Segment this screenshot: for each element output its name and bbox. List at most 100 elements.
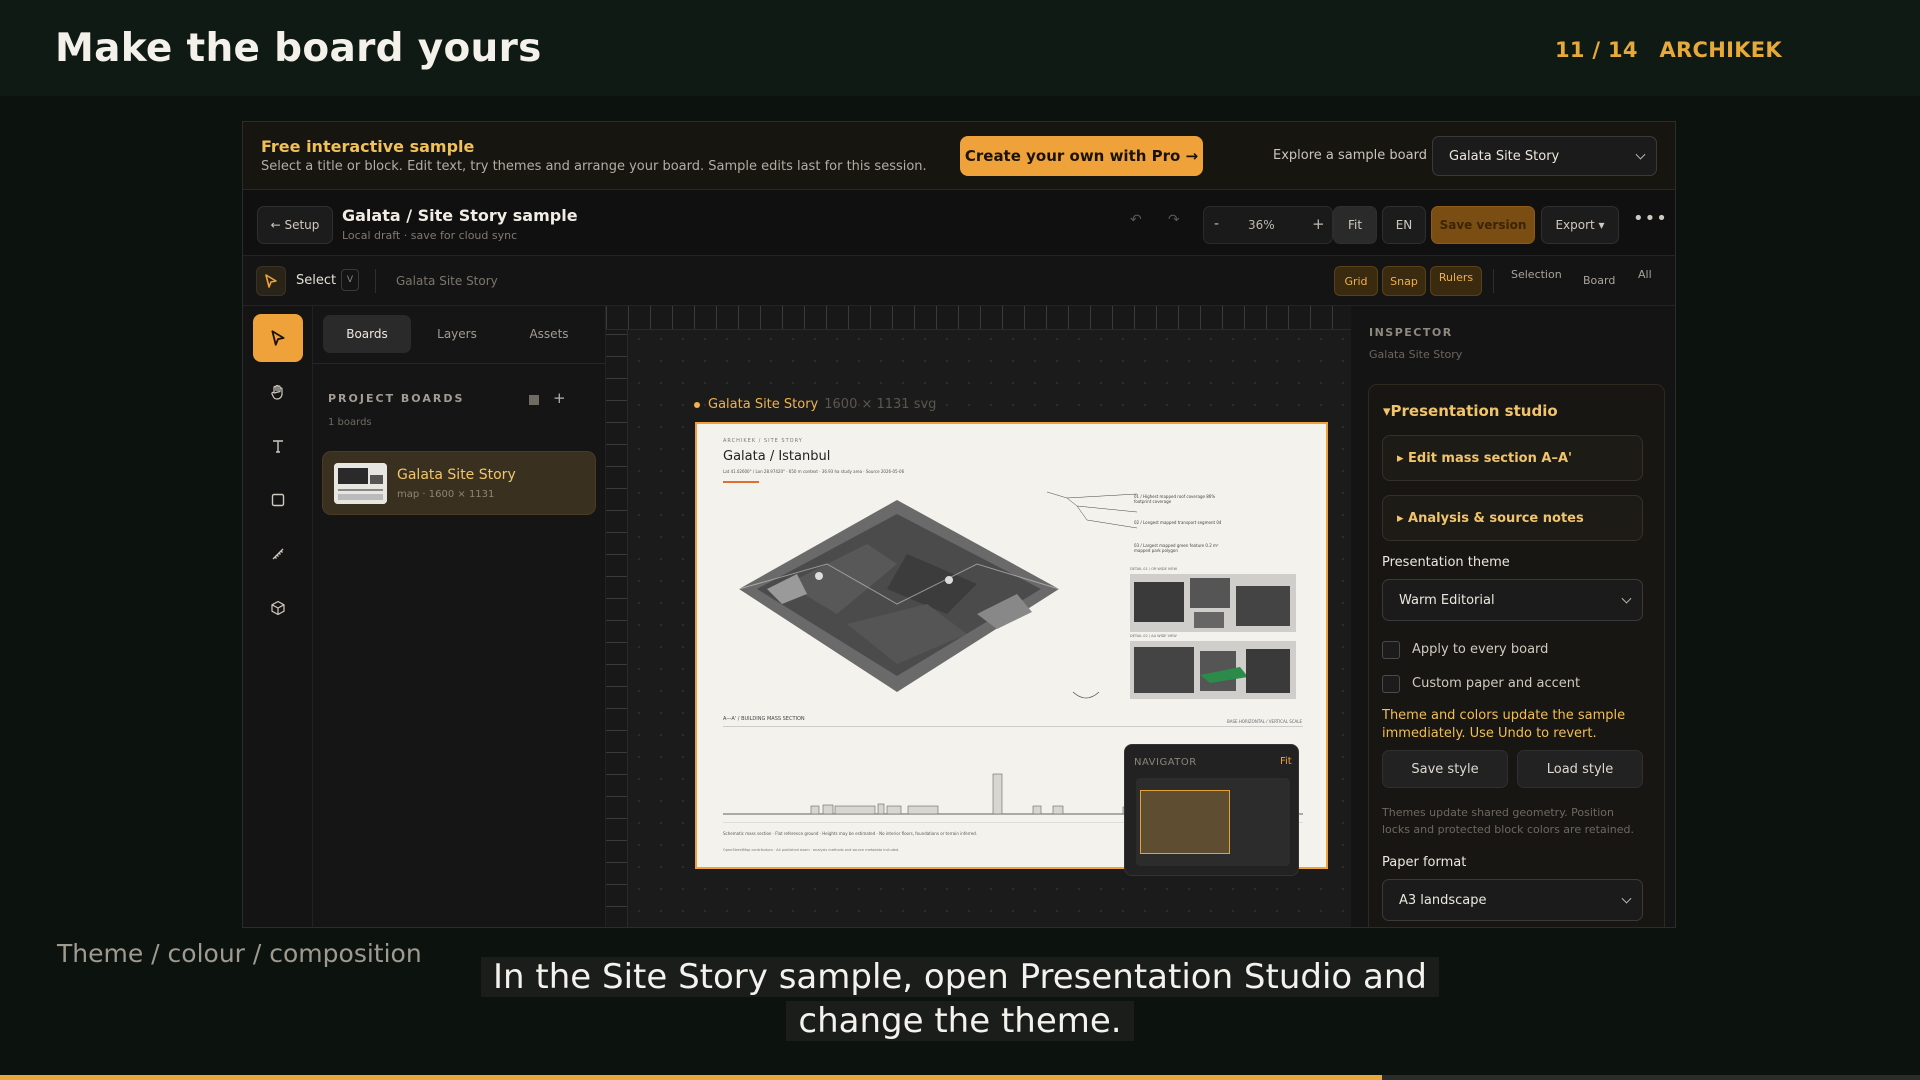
export-button[interactable]: Export ▾ (1541, 206, 1619, 244)
navigator-panel: NAVIGATOR Fit (1124, 744, 1299, 876)
legend-item: 03 / Largest mapped green feature 0.2 m²… (1134, 543, 1219, 553)
create-with-pro-button[interactable]: Create your own with Pro → (960, 136, 1203, 176)
paper-format-select[interactable]: A3 landscape (1382, 879, 1643, 921)
isometric-site-map[interactable] (727, 494, 1067, 709)
scope-all[interactable]: All (1638, 268, 1652, 281)
detail-view-a[interactable] (1130, 574, 1296, 632)
snap-toggle[interactable]: Snap (1382, 266, 1426, 296)
sample-board-value: Galata Site Story (1449, 148, 1560, 164)
section-divider (723, 726, 1303, 727)
frame-icon (271, 493, 285, 507)
cursor-arrow-icon (271, 330, 285, 346)
apply-every-board-checkbox[interactable] (1382, 641, 1400, 659)
tab-layers[interactable]: Layers (413, 315, 501, 353)
zoom-in-button[interactable]: + (1312, 215, 1325, 233)
select-shortcut-key: V (341, 269, 359, 291)
tab-assets[interactable]: Assets (505, 315, 593, 353)
artboard-label[interactable]: Galata Site Story 1600 × 1131 svg (694, 397, 936, 412)
hand-icon (271, 384, 283, 400)
artboard-name: Galata Site Story (708, 397, 819, 412)
ruler-top (606, 306, 1351, 330)
progress-fill (0, 1075, 1383, 1080)
canvas-area[interactable]: Galata Site Story 1600 × 1131 svg ARCHIKE… (606, 306, 1351, 927)
setup-button[interactable]: ← Setup (257, 206, 333, 244)
artboard-kicker: ARCHIKEK / SITE STORY (723, 438, 803, 444)
section-title: A—A' / BUILDING MASS SECTION (723, 716, 805, 722)
custom-paper-accent-checkbox[interactable] (1382, 675, 1400, 693)
document-title: Galata / Site Story sample (342, 206, 578, 225)
analysis-notes-accordion[interactable]: ▸ Analysis & source notes (1382, 495, 1643, 541)
measure-tool[interactable] (253, 530, 303, 578)
brand-name: ARCHIKEK (1659, 38, 1782, 62)
zoom-control: - 36% + (1203, 206, 1333, 244)
board-name: Galata Site Story (397, 467, 516, 483)
save-version-button[interactable]: Save version (1431, 206, 1535, 244)
explore-sample-label: Explore a sample board (1273, 148, 1427, 163)
presentation-theme-select[interactable]: Warm Editorial (1382, 579, 1643, 621)
presentation-studio-toggle[interactable]: ▾Presentation studio (1383, 402, 1558, 420)
custom-paper-accent-label[interactable]: Custom paper and accent (1412, 676, 1580, 691)
board-meta: map · 1600 × 1131 (397, 489, 495, 500)
north-arrow-icon (1072, 691, 1100, 699)
slide-subtitle: Theme / colour / composition (57, 939, 422, 968)
grid-view-icon[interactable] (529, 395, 539, 405)
fit-button[interactable]: Fit (1333, 206, 1377, 244)
sample-banner: Free interactive sample Select a title o… (243, 122, 1675, 190)
select-mode-button[interactable] (256, 266, 286, 296)
cube-icon (271, 600, 285, 616)
paper-format-label: Paper format (1382, 855, 1467, 870)
artboard-dimensions: 1600 × 1131 svg (824, 397, 937, 412)
language-button[interactable]: EN (1382, 206, 1426, 244)
document-status: Local draft · save for cloud sync (342, 229, 518, 242)
progress-track (0, 1075, 1920, 1080)
left-panel: Boards Layers Assets PROJECT BOARDS 1 bo… (313, 306, 606, 927)
artboard-notes: Schematic mass section · Flat reference … (723, 831, 978, 836)
rulers-toggle[interactable]: Rulers (1430, 266, 1482, 296)
load-style-button[interactable]: Load style (1517, 750, 1643, 788)
zoom-out-button[interactable]: - (1214, 216, 1219, 232)
navigator-preview[interactable] (1136, 778, 1290, 866)
tab-boards[interactable]: Boards (323, 315, 411, 353)
video-caption: In the Site Story sample, open Presentat… (443, 955, 1477, 1043)
banner-title: Free interactive sample (261, 137, 475, 156)
redo-icon[interactable]: ↷ (1168, 212, 1180, 228)
presentation-theme-value: Warm Editorial (1399, 592, 1495, 608)
navigator-viewport[interactable] (1140, 790, 1230, 854)
frame-tool[interactable] (253, 476, 303, 524)
hand-tool[interactable] (253, 368, 303, 416)
navigator-fit-button[interactable]: Fit (1280, 756, 1292, 767)
apply-every-board-label[interactable]: Apply to every board (1412, 642, 1548, 657)
project-boards-heading: PROJECT BOARDS (328, 392, 465, 405)
scope-selection[interactable]: Selection (1511, 268, 1562, 281)
cube-tool[interactable] (253, 584, 303, 632)
undo-icon[interactable]: ↶ (1130, 212, 1142, 228)
boards-count: 1 boards (328, 417, 372, 428)
add-board-icon[interactable]: + (553, 389, 566, 407)
text-tool[interactable] (253, 422, 303, 470)
grid-toggle[interactable]: Grid (1334, 266, 1378, 296)
artboard-sources: OpenStreetMap contributors · A4 publishe… (723, 848, 900, 852)
panel-tabs: Boards Layers Assets (313, 306, 606, 364)
cursor-arrow-icon (265, 274, 277, 288)
paper-format-value: A3 landscape (1399, 892, 1487, 908)
detail-view-b[interactable] (1130, 641, 1296, 699)
detail-label: DETAIL 02 / AA WIDE VIEW (1130, 634, 1177, 638)
artboard-title[interactable]: Galata / Istanbul (723, 449, 830, 464)
save-style-button[interactable]: Save style (1382, 750, 1508, 788)
artboard-accent-line (723, 481, 759, 483)
section-scale: BASE HORIZONTAL / VERTICAL SCALE (1227, 719, 1303, 724)
ruler-icon (272, 548, 284, 560)
editor-topbar: ← Setup Galata / Site Story sample Local… (243, 190, 1675, 256)
zoom-level: 36% (1248, 218, 1275, 232)
more-options-button[interactable]: ••• (1633, 208, 1668, 229)
inspector-subtitle: Galata Site Story (1369, 348, 1463, 361)
scope-board[interactable]: Board (1583, 274, 1615, 287)
leader-lines (1047, 491, 1137, 529)
board-list-item[interactable]: Galata Site Story map · 1600 × 1131 (322, 451, 596, 515)
sample-board-select[interactable]: Galata Site Story (1432, 136, 1657, 176)
edit-mass-section-accordion[interactable]: ▸ Edit mass section A–A' (1382, 435, 1643, 481)
geometry-note: Themes update shared geometry. Position … (1382, 806, 1634, 836)
slide-meta: 11 / 14 ARCHIKEK (1555, 38, 1796, 62)
legend-item: 01 / Highest mapped roof coverage 86% fo… (1134, 494, 1216, 504)
select-tool[interactable] (253, 314, 303, 362)
